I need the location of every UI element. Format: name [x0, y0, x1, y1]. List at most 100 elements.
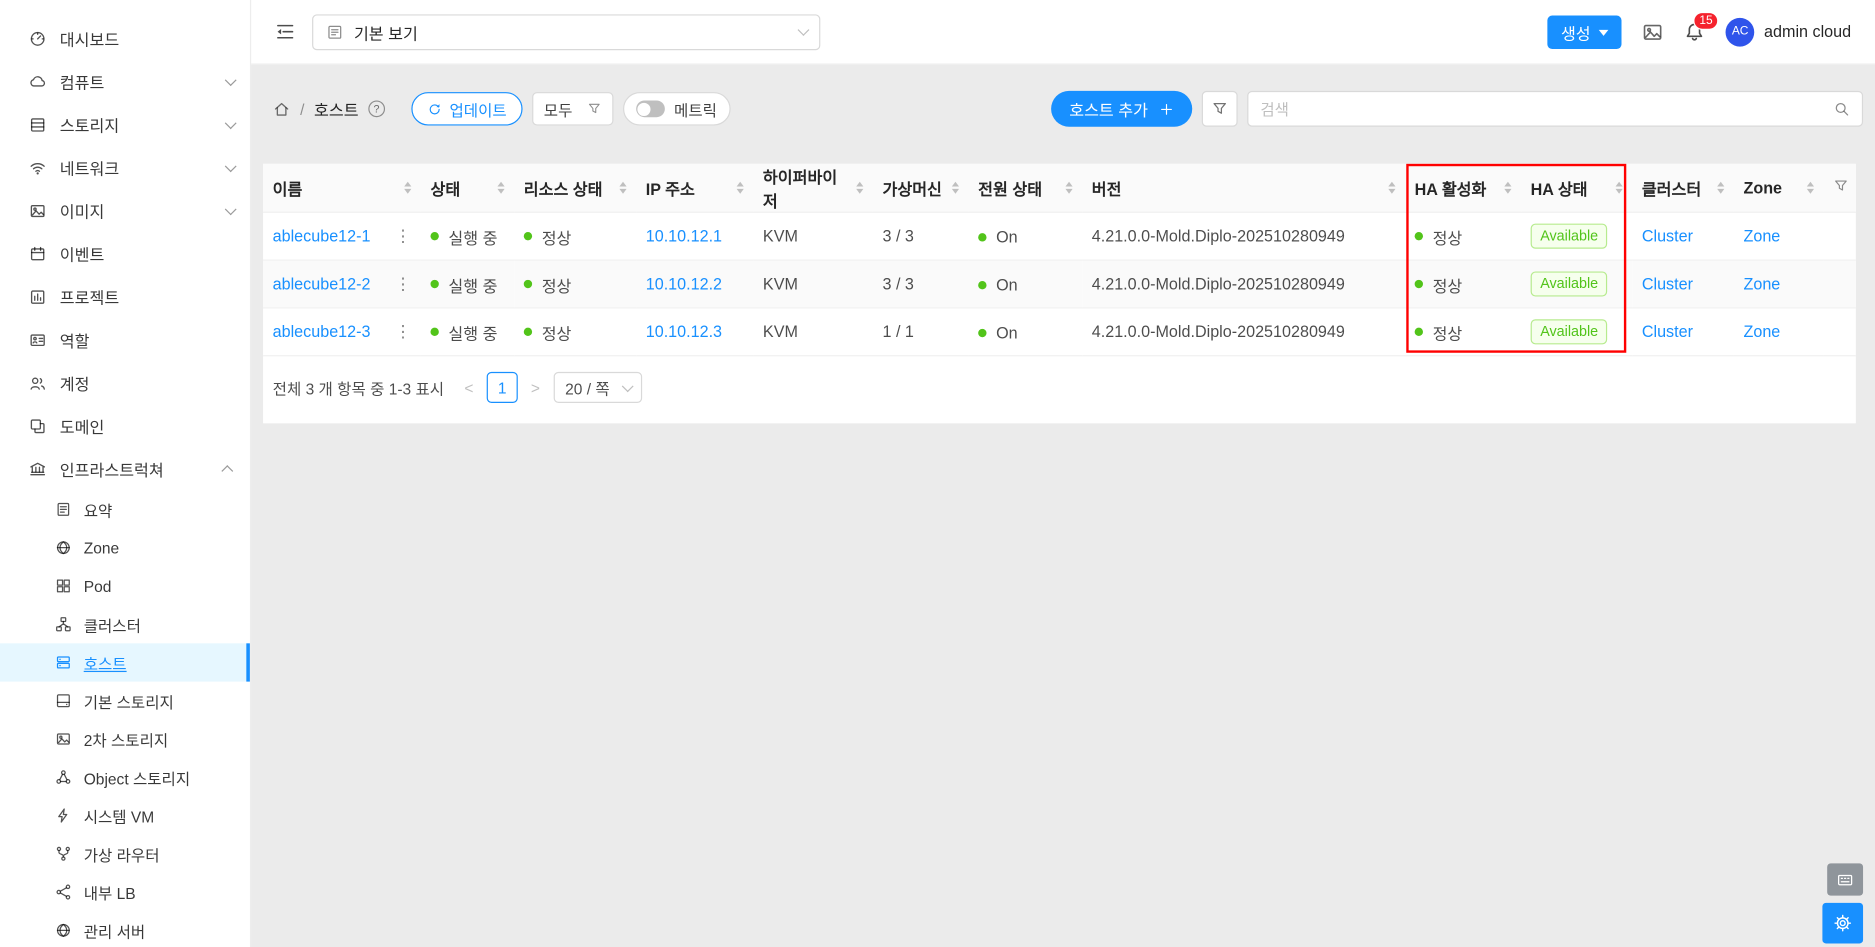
hypervisor-cell: KVM [762, 322, 798, 341]
page-size-select[interactable]: 20 / 쪽 [553, 371, 642, 403]
column-header-5[interactable]: 하이퍼바이저 [753, 163, 873, 213]
settings-button[interactable] [1822, 902, 1864, 944]
sidebar-item-12[interactable]: 요약 [0, 490, 250, 528]
sidebar-item-4[interactable]: 네트워크 [0, 146, 250, 189]
sidebar-item-16[interactable]: 호스트 [0, 643, 250, 682]
console-button[interactable] [1827, 863, 1864, 896]
sidebar-item-10[interactable]: 도메인 [0, 404, 250, 447]
view-select[interactable]: 기본 보기 [312, 13, 821, 50]
sorter-icon [1615, 181, 1623, 194]
sidebar-item-label: 이벤트 [59, 246, 105, 265]
host-name-link[interactable]: ablecube12-1 [273, 227, 371, 245]
sidebar-item-15[interactable]: 클러스터 [0, 605, 250, 643]
sidebar-item-17[interactable]: 기본 스토리지 [0, 682, 250, 720]
column-label: 전원 상태 [978, 180, 1043, 199]
cluster-icon [55, 616, 72, 633]
status-cell: 실행 중 [430, 224, 497, 248]
sidebar: 대시보드 컴퓨트 스토리지네트워크이미지이벤트프로젝트 역할 계정 도메인 인프라스트럭쳐 요… [0, 0, 252, 947]
zone-link[interactable]: Zone [1743, 275, 1780, 293]
breadcrumb-separator: / [300, 99, 305, 118]
user-menu[interactable]: AC admin cloud [1725, 17, 1851, 47]
home-icon[interactable] [273, 100, 291, 118]
status-dot-icon [523, 327, 533, 337]
ip-address-link[interactable]: 10.10.12.3 [646, 323, 722, 341]
column-header-3[interactable]: 리소스 상태 [514, 163, 637, 213]
table-filter-header[interactable] [1823, 163, 1856, 213]
network-icon [29, 158, 47, 176]
pagination-summary: 전체 3 개 항목 중 1-3 표시 [272, 379, 445, 398]
host-name-link[interactable]: ablecube12-2 [273, 275, 371, 293]
zone-link[interactable]: Zone [1743, 227, 1780, 245]
column-header-11[interactable]: 클러스터 [1632, 163, 1734, 213]
sidebar-item-11[interactable]: 인프라스트럭쳐 [0, 447, 250, 490]
filter-select[interactable]: 모두 [531, 92, 614, 126]
column-header-2[interactable]: 상태 [420, 163, 515, 213]
sidebar-item-1[interactable]: 대시보드 [0, 17, 250, 60]
chevron-down-icon [621, 379, 634, 392]
next-page-button[interactable]: > [527, 378, 543, 396]
ip-address-link[interactable]: 10.10.12.2 [646, 275, 722, 293]
account-icon [29, 374, 47, 392]
column-header-12[interactable]: Zone [1733, 163, 1824, 213]
sidebar-item-5[interactable]: 이미지 [0, 189, 250, 232]
cluster-link[interactable]: Cluster [1642, 323, 1693, 341]
sorter-icon [1388, 181, 1396, 194]
current-page[interactable]: 1 [486, 371, 518, 403]
sidebar-item-2[interactable]: 컴퓨트 [0, 60, 250, 103]
help-icon[interactable]: ? [368, 100, 385, 118]
ip-address-link[interactable]: 10.10.12.1 [646, 227, 722, 245]
sidebar-item-6[interactable]: 이벤트 [0, 232, 250, 275]
zone-link[interactable]: Zone [1743, 323, 1780, 341]
column-header-8[interactable]: 버전 [1082, 163, 1406, 213]
sidebar-item-22[interactable]: 내부 LB [0, 873, 250, 911]
column-header-1[interactable]: 이름 [263, 163, 421, 213]
row-more-icon[interactable]: ⋮ [395, 274, 412, 294]
sidebar-menu: 대시보드 컴퓨트 스토리지네트워크이미지이벤트프로젝트 역할 계정 도메인 인프라스트럭쳐 요… [0, 0, 250, 947]
sidebar-item-7[interactable]: 프로젝트 [0, 275, 250, 318]
sidebar-item-19[interactable]: Object 스토리지 [0, 758, 250, 796]
column-header-7[interactable]: 전원 상태 [968, 163, 1083, 213]
chevron-down-icon [224, 116, 237, 129]
cluster-link[interactable]: Cluster [1642, 275, 1693, 293]
sidebar-item-20[interactable]: 시스템 VM [0, 796, 250, 834]
row-more-icon[interactable]: ⋮ [395, 226, 412, 246]
update-button-label: 업데이트 [449, 101, 507, 119]
add-host-button[interactable]: 호스트 추가 [1051, 90, 1193, 127]
row-more-icon[interactable]: ⋮ [395, 322, 412, 342]
column-label: Zone [1743, 178, 1783, 197]
sidebar-item-18[interactable]: 2차 스토리지 [0, 720, 250, 758]
menu-collapse-icon[interactable] [275, 22, 295, 42]
column-header-10[interactable]: HA 상태 [1521, 163, 1633, 213]
metric-toggle[interactable]: 메트릭 [622, 92, 731, 126]
resource-state-cell: 정상 [523, 224, 571, 248]
column-header-6[interactable]: 가상머신 [872, 163, 969, 213]
gallery-icon[interactable] [1642, 21, 1664, 43]
zone-icon [55, 539, 72, 556]
column-header-4[interactable]: IP 주소 [636, 163, 754, 213]
create-button[interactable]: 생성 [1547, 14, 1622, 49]
sidebar-item-21[interactable]: 가상 라우터 [0, 835, 250, 873]
notifications-button[interactable]: 15 [1684, 11, 1719, 43]
sidebar-item-label: 네트워크 [59, 160, 120, 179]
sidebar-item-23[interactable]: 관리 서버 [0, 911, 250, 947]
cluster-link[interactable]: Cluster [1642, 227, 1693, 245]
filter-button[interactable] [1201, 90, 1238, 127]
search-icon[interactable] [1833, 100, 1850, 117]
chevron-down-icon [224, 159, 237, 172]
sidebar-item-13[interactable]: Zone [0, 529, 250, 567]
sidebar-item-9[interactable]: 계정 [0, 361, 250, 404]
view-icon [326, 23, 343, 40]
sidebar-item-3[interactable]: 스토리지 [0, 103, 250, 146]
funnel-icon [1833, 178, 1849, 194]
update-button[interactable]: 업데이트 [411, 92, 523, 126]
sorter-icon [1717, 181, 1725, 194]
toggle-switch[interactable] [635, 100, 665, 118]
sidebar-item-label: 기본 스토리지 [83, 692, 174, 711]
column-header-9[interactable]: HA 활성화 [1405, 163, 1522, 213]
sidebar-item-14[interactable]: Pod [0, 567, 250, 605]
search-input[interactable] [1260, 99, 1824, 118]
host-name-link[interactable]: ablecube12-3 [273, 323, 371, 341]
prev-page-button[interactable]: < [461, 378, 477, 396]
table-row: ablecube12-3 ⋮ 실행 중 정상 10.10.12.3 KVM 1 / 1 On 4… [263, 307, 1856, 357]
sidebar-item-8[interactable]: 역할 [0, 318, 250, 361]
